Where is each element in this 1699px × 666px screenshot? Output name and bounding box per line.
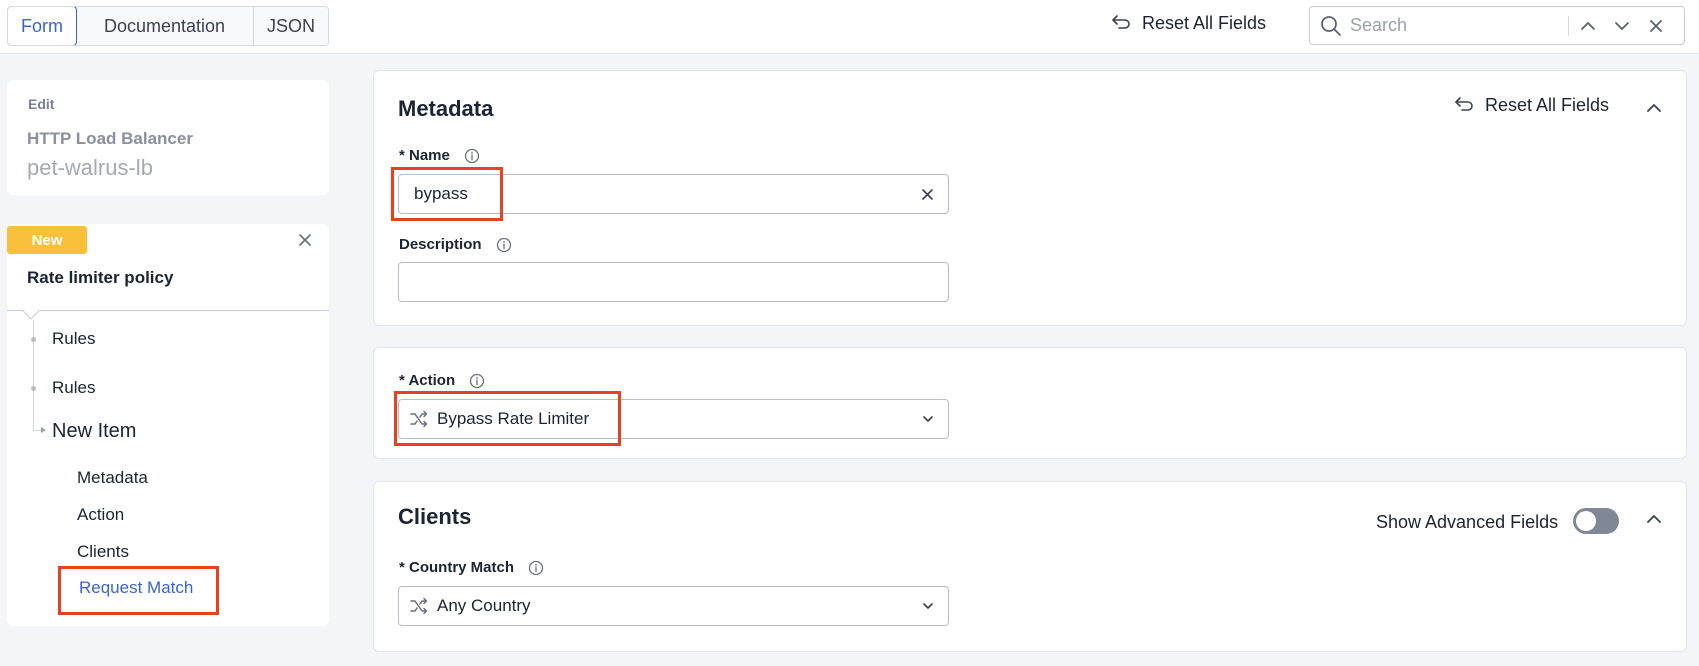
nav-section-metadata[interactable]: Metadata [77, 468, 148, 488]
search-box [1309, 6, 1685, 45]
search-divider [1568, 15, 1569, 36]
switch-icon [410, 410, 428, 428]
close-icon [299, 234, 311, 246]
policy-navigation-card: New Rate limiter policy Rules Rules New … [7, 224, 329, 626]
nav-section-action[interactable]: Action [77, 505, 124, 525]
edit-label: Edit [28, 96, 55, 112]
clients-title: Clients [398, 504, 472, 529]
info-icon[interactable] [469, 373, 485, 389]
close-icon [1650, 19, 1662, 32]
metadata-panel: Metadata Reset All Fields * Name bypass … [373, 70, 1687, 326]
tree-item-rules[interactable]: Rules [52, 329, 95, 349]
country-match-select[interactable]: Any Country [398, 586, 949, 626]
action-select[interactable]: Bypass Rate Limiter [398, 399, 949, 439]
info-icon[interactable] [496, 237, 512, 253]
tab-json[interactable]: JSON [254, 7, 328, 45]
undo-icon [1112, 15, 1130, 29]
tree-item-new-item[interactable]: New Item [52, 420, 136, 443]
close-icon [921, 188, 933, 200]
country-match-label-text: * Country Match [399, 559, 515, 576]
tree-dot [31, 337, 36, 342]
search-prev-button[interactable] [1573, 11, 1603, 41]
chevron-down-icon [923, 603, 933, 609]
name-label-text: * Name [399, 147, 450, 164]
search-icon [1321, 15, 1341, 36]
close-policy-button[interactable] [295, 230, 315, 250]
tree-caret [22, 302, 40, 320]
metadata-reset-label: Reset All Fields [1485, 94, 1610, 115]
view-tabs: Form Documentation JSON [7, 6, 329, 46]
search-close-button[interactable] [1641, 11, 1671, 41]
clear-name-button[interactable] [918, 185, 936, 203]
toggle-knob [1576, 511, 1596, 531]
clients-panel: Clients Show Advanced Fields * Country M… [373, 481, 1687, 652]
action-field-label: * Action [399, 372, 485, 389]
country-match-select-value: Any Country [437, 596, 531, 615]
action-select-value: Bypass Rate Limiter [437, 409, 590, 428]
reset-all-fields-label: Reset All Fields [1142, 12, 1267, 33]
undo-icon [1455, 97, 1473, 111]
country-match-field-label: * Country Match [399, 559, 544, 576]
tab-documentation[interactable]: Documentation [76, 7, 254, 45]
switch-icon [410, 597, 428, 615]
tree-dot [31, 386, 36, 391]
info-icon[interactable] [528, 560, 544, 576]
description-input[interactable] [398, 262, 949, 302]
top-bar: Form Documentation JSON Reset All Fields [0, 0, 1699, 54]
show-advanced-fields-toggle[interactable] [1573, 508, 1619, 534]
search-next-button[interactable] [1607, 11, 1637, 41]
metadata-reset-button[interactable]: Reset All Fields [1453, 94, 1609, 116]
collapse-clients-button[interactable] [1644, 509, 1664, 529]
chevron-down-icon [1615, 21, 1629, 30]
tree-item-rules[interactable]: Rules [52, 378, 95, 398]
show-advanced-fields-label: Show Advanced Fields [1376, 512, 1559, 532]
policy-title: Rate limiter policy [27, 268, 174, 287]
nav-section-request-match[interactable]: Request Match [79, 578, 193, 598]
name-input[interactable]: bypass [398, 174, 949, 214]
reset-all-fields-button[interactable]: Reset All Fields [1110, 12, 1266, 34]
chevron-down-icon [923, 416, 933, 422]
chevron-up-icon [1647, 515, 1661, 523]
collapse-metadata-button[interactable] [1644, 98, 1664, 118]
edit-object-card: Edit HTTP Load Balancer pet-walrus-lb [7, 80, 329, 195]
description-field-label: Description [399, 236, 512, 253]
chevron-up-icon [1581, 21, 1595, 30]
tree-arrow-icon [41, 427, 46, 433]
name-input-value: bypass [414, 184, 468, 203]
name-field-label: * Name [399, 147, 480, 164]
search-input[interactable] [1350, 15, 1560, 36]
description-label-text: Description [399, 236, 482, 253]
info-icon[interactable] [464, 148, 480, 164]
chevron-up-icon [1647, 104, 1661, 112]
nav-section-clients[interactable]: Clients [77, 542, 129, 562]
action-label-text: * Action [399, 372, 456, 389]
active-section-indicator [58, 568, 60, 596]
new-badge: New [7, 226, 87, 254]
action-panel: * Action Bypass Rate Limiter [373, 347, 1687, 459]
object-name: pet-walrus-lb [27, 155, 153, 180]
metadata-title: Metadata [398, 96, 494, 121]
object-type: HTTP Load Balancer [27, 129, 193, 148]
tab-form[interactable]: Form [8, 7, 77, 45]
divider [7, 310, 329, 311]
